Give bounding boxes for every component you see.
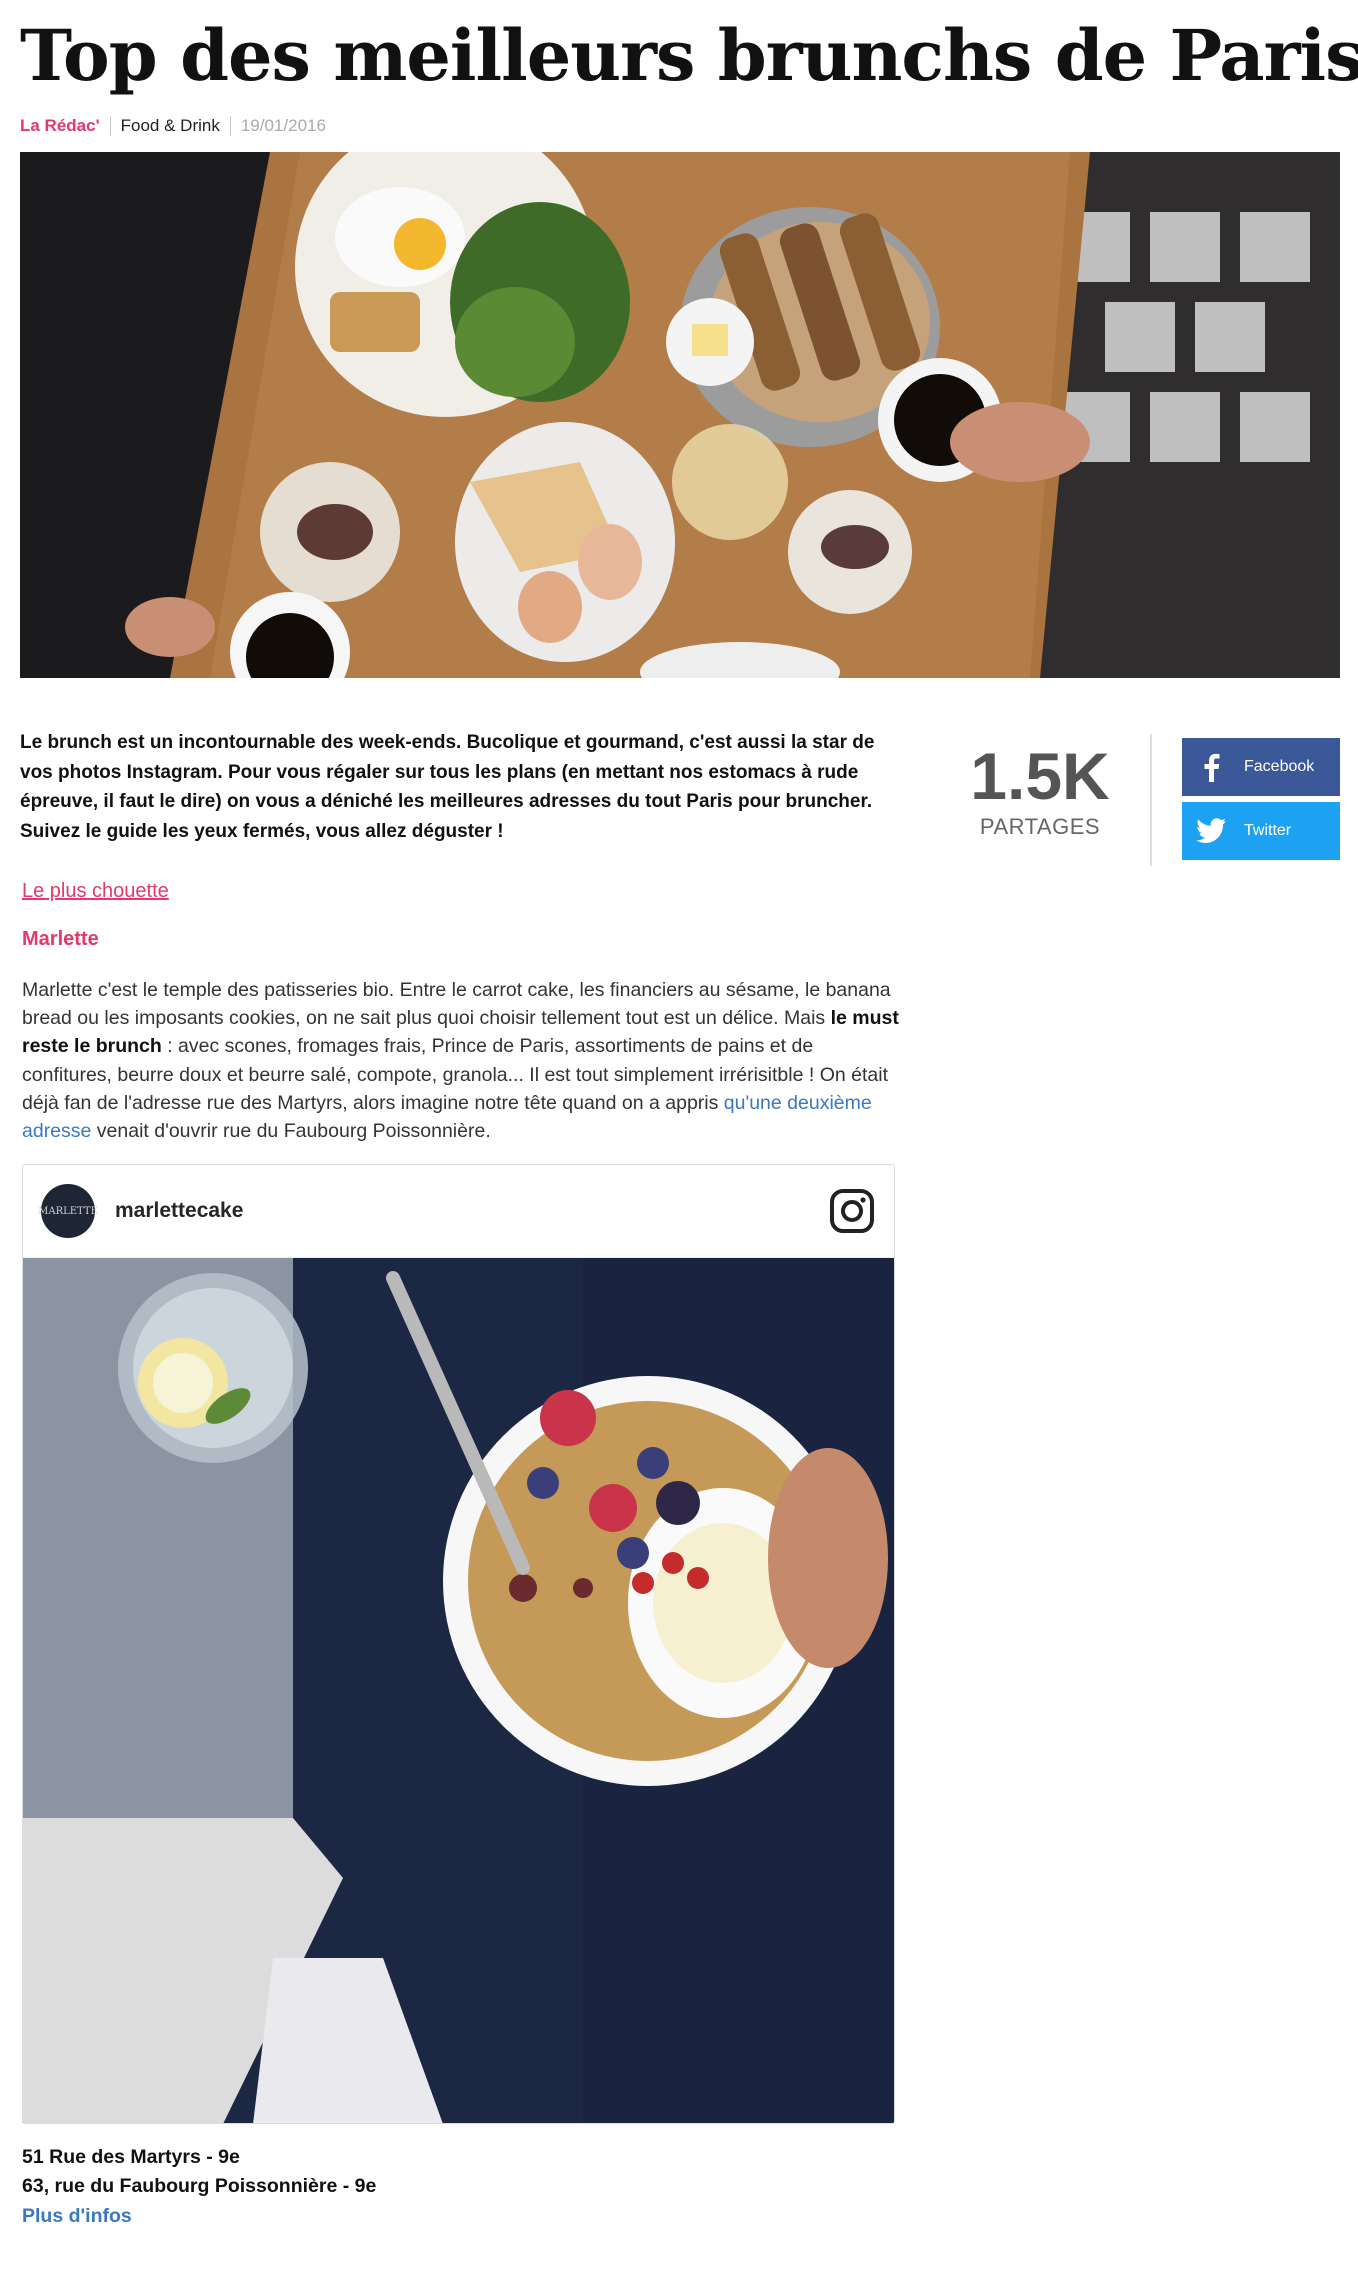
article-meta: La Rédac' Food & Drink 19/01/2016	[20, 114, 326, 138]
more-info-link[interactable]: Plus d'infos	[22, 2205, 132, 2228]
meta-divider	[229, 116, 231, 136]
instagram-username[interactable]: marlettecake	[115, 1199, 243, 1223]
section-anchor-link[interactable]: Le plus chouette	[22, 880, 169, 903]
section-title: Marlette	[22, 928, 99, 950]
address-line: 63, rue du Faubourg Poissonnière - 9e	[22, 2175, 377, 2197]
meta-divider	[109, 116, 111, 136]
section-body: Marlette c'est le temple des patisseries…	[22, 976, 902, 1145]
instagram-post-image[interactable]	[23, 1258, 895, 2124]
share-counter: 1.5K PARTAGES	[960, 740, 1120, 840]
facebook-icon	[1182, 752, 1240, 782]
twitter-icon	[1182, 818, 1240, 844]
twitter-share-label: Twitter	[1244, 822, 1292, 839]
address-line: 51 Rue des Martyrs - 9e	[22, 2146, 240, 2168]
body-text-part: venait d'ouvrir rue du Faubourg Poissonn…	[91, 1120, 491, 1143]
article-date: 19/01/2016	[240, 116, 326, 135]
hero-image	[20, 152, 1340, 678]
facebook-share-button[interactable]: Facebook	[1182, 738, 1340, 796]
twitter-share-button[interactable]: Twitter	[1182, 802, 1340, 860]
share-count-value: 1.5K	[970, 739, 1110, 813]
share-divider	[1150, 734, 1152, 866]
article-title: Top des meilleurs brunchs de Paris	[20, 14, 1358, 97]
body-text-part: Marlette c'est le temple des patisseries…	[22, 979, 891, 1030]
author-link[interactable]: La Rédac'	[20, 116, 100, 136]
instagram-header: MARLETTE marlettecake	[23, 1165, 894, 1258]
instagram-icon[interactable]	[828, 1187, 876, 1235]
facebook-share-label: Facebook	[1244, 758, 1315, 775]
instagram-embed[interactable]: MARLETTE marlettecake	[22, 1164, 895, 2124]
share-count-label: PARTAGES	[979, 814, 1101, 839]
article-intro: Le brunch est un incontournable des week…	[20, 732, 875, 842]
avatar[interactable]: MARLETTE	[38, 1184, 98, 1238]
category-link[interactable]: Food & Drink	[121, 116, 220, 136]
